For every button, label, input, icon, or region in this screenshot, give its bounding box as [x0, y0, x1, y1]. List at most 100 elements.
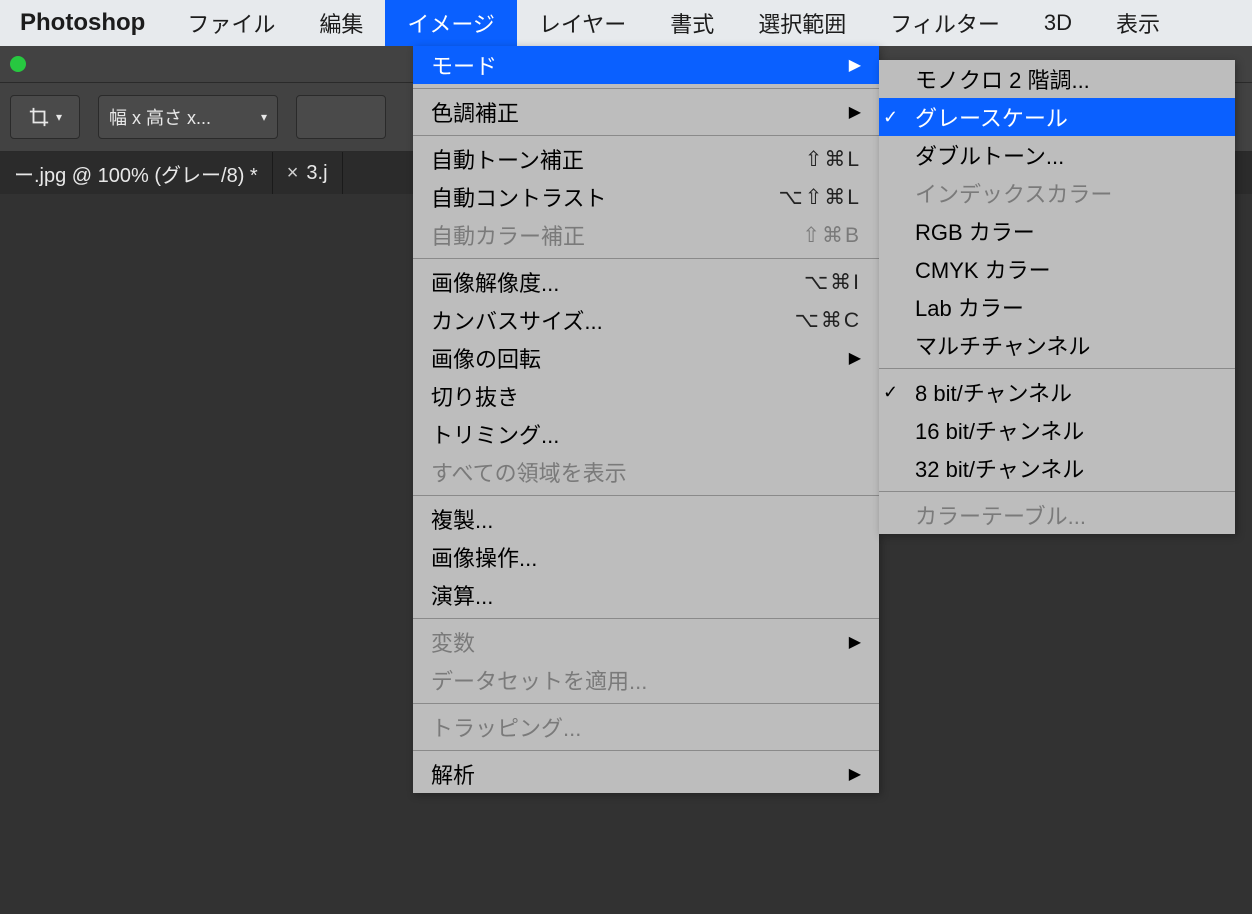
close-icon[interactable]: × — [287, 162, 299, 185]
image-menu-item: トラッピング... — [413, 708, 879, 746]
menu-item-label: グレースケール — [915, 101, 1217, 133]
menu-選択範囲[interactable]: 選択範囲 — [736, 0, 868, 46]
menu-item-label: トラッピング... — [431, 711, 861, 743]
mode-menu-item[interactable]: ダブルトーン... — [879, 136, 1235, 174]
menu-item-label: ダブルトーン... — [915, 139, 1217, 171]
menu-表示[interactable]: 表示 — [1094, 0, 1182, 46]
menu-フィルター[interactable]: フィルター — [868, 0, 1022, 46]
menu-item-label: 解析 — [431, 758, 841, 790]
menu-item-label: 複製... — [431, 503, 861, 535]
menu-item-label: 自動カラー補正 — [431, 219, 802, 251]
menu-3D[interactable]: 3D — [1022, 0, 1094, 46]
preset-label: 幅 x 高さ x... — [109, 104, 211, 130]
menu-shortcut: ⌥⌘I — [804, 270, 861, 295]
crop-value-field[interactable] — [296, 95, 386, 139]
menu-item-label: インデックスカラー — [915, 177, 1217, 209]
menu-separator — [413, 495, 879, 496]
image-menu-item[interactable]: カンバスサイズ...⌥⌘C — [413, 301, 879, 339]
menu-item-label: データセットを適用... — [431, 664, 861, 696]
menu-separator — [413, 618, 879, 619]
tab-label: ー.jpg @ 100% (グレー/8) * — [14, 159, 258, 188]
menu-item-label: カラーテーブル... — [915, 499, 1217, 531]
app-name: Photoshop — [0, 0, 165, 46]
submenu-arrow-icon: ▶ — [849, 102, 861, 122]
menu-shortcut: ⇧⌘L — [805, 147, 861, 172]
image-menu-item[interactable]: 自動トーン補正⇧⌘L — [413, 140, 879, 178]
submenu-arrow-icon: ▶ — [849, 764, 861, 784]
image-menu-item[interactable]: 色調補正 ▶ — [413, 93, 879, 131]
chevron-down-icon: ▾ — [261, 110, 267, 124]
menu-separator — [879, 491, 1235, 492]
crop-icon — [28, 106, 50, 128]
menu-separator — [413, 750, 879, 751]
menu-shortcut: ⌥⇧⌘L — [779, 185, 861, 210]
image-menu-item: すべての領域を表示 — [413, 453, 879, 491]
mode-menu-item: カラーテーブル... — [879, 496, 1235, 534]
menu-separator — [413, 88, 879, 89]
submenu-arrow-icon: ▶ — [849, 348, 861, 368]
crop-preset-dropdown[interactable]: 幅 x 高さ x... ▾ — [98, 95, 278, 139]
image-menu-item: 変数▶ — [413, 623, 879, 661]
menu-shortcut: ⇧⌘B — [802, 223, 861, 248]
menu-item-label: Lab カラー — [915, 291, 1217, 323]
image-menu-item: データセットを適用... — [413, 661, 879, 699]
crop-tool-button[interactable]: ▾ — [10, 95, 80, 139]
menu-item-label: 演算... — [431, 579, 861, 611]
menu-item-label: 画像解像度... — [431, 266, 804, 298]
document-tab[interactable]: ー.jpg @ 100% (グレー/8) * — [0, 152, 273, 194]
menu-item-label: RGB カラー — [915, 215, 1217, 247]
menu-separator — [413, 703, 879, 704]
menu-ファイル[interactable]: ファイル — [165, 0, 297, 46]
mode-submenu: モノクロ 2 階調... ✓ グレースケールダブルトーン... インデックスカラー RG… — [879, 60, 1235, 534]
menu-item-label: カンバスサイズ... — [431, 304, 795, 336]
mode-menu-item[interactable]: CMYK カラー — [879, 250, 1235, 288]
menu-書式[interactable]: 書式 — [648, 0, 736, 46]
mode-menu-item[interactable]: RGB カラー — [879, 212, 1235, 250]
menu-separator — [413, 258, 879, 259]
traffic-light-green[interactable] — [10, 56, 26, 72]
image-menu-item[interactable]: 複製... — [413, 500, 879, 538]
menu-item-label: 切り抜き — [431, 380, 861, 412]
menu-item-label: トリミング... — [431, 418, 861, 450]
menu-編集[interactable]: 編集 — [297, 0, 385, 46]
menu-item-label: モード — [431, 49, 841, 81]
mode-menu-item[interactable]: Lab カラー — [879, 288, 1235, 326]
tab-label: 3.j — [306, 162, 327, 185]
menu-item-label: 16 bit/チャンネル — [915, 414, 1217, 446]
menu-イメージ[interactable]: イメージ — [385, 0, 517, 46]
mode-menu-item: インデックスカラー — [879, 174, 1235, 212]
menu-item-label: 色調補正 — [431, 96, 841, 128]
menu-item-label: マルチチャンネル — [915, 329, 1217, 361]
image-menu-item[interactable]: モード ▶ — [413, 46, 879, 84]
mode-menu-item[interactable]: 32 bit/チャンネル — [879, 449, 1235, 487]
menu-separator — [413, 135, 879, 136]
menu-レイヤー[interactable]: レイヤー — [517, 0, 648, 46]
menu-shortcut: ⌥⌘C — [795, 308, 861, 333]
image-menu-item[interactable]: 画像解像度...⌥⌘I — [413, 263, 879, 301]
image-menu-item[interactable]: 切り抜き — [413, 377, 879, 415]
image-menu-item[interactable]: トリミング... — [413, 415, 879, 453]
menu-item-label: すべての領域を表示 — [431, 456, 861, 488]
mode-menu-item[interactable]: マルチチャンネル — [879, 326, 1235, 364]
check-icon: ✓ — [883, 107, 898, 128]
menubar: Photoshop ファイル編集イメージレイヤー書式選択範囲フィルター3D表示 — [0, 0, 1252, 46]
image-menu-item[interactable]: 自動コントラスト⌥⇧⌘L — [413, 178, 879, 216]
menu-item-label: 自動コントラスト — [431, 181, 779, 213]
image-menu-item: 自動カラー補正⇧⌘B — [413, 216, 879, 254]
menu-item-label: 変数 — [431, 626, 841, 658]
image-menu-item[interactable]: 画像操作... — [413, 538, 879, 576]
mode-menu-item[interactable]: 16 bit/チャンネル — [879, 411, 1235, 449]
menu-item-label: 32 bit/チャンネル — [915, 452, 1217, 484]
image-menu: モード▶色調補正▶自動トーン補正⇧⌘L自動コントラスト⌥⇧⌘L自動カラー補正⇧⌘… — [413, 46, 879, 793]
submenu-arrow-icon: ▶ — [849, 55, 861, 75]
image-menu-item[interactable]: 画像の回転▶ — [413, 339, 879, 377]
mode-menu-item[interactable]: モノクロ 2 階調... — [879, 60, 1235, 98]
menu-item-label: 8 bit/チャンネル — [915, 376, 1217, 408]
mode-menu-item[interactable]: ✓ 8 bit/チャンネル — [879, 373, 1235, 411]
menu-item-label: 画像操作... — [431, 541, 861, 573]
mode-menu-item[interactable]: ✓ グレースケール — [879, 98, 1235, 136]
document-tab[interactable]: × 3.j — [273, 152, 343, 194]
image-menu-item[interactable]: 演算... — [413, 576, 879, 614]
image-menu-item[interactable]: 解析 ▶ — [413, 755, 879, 793]
check-icon: ✓ — [883, 382, 898, 403]
